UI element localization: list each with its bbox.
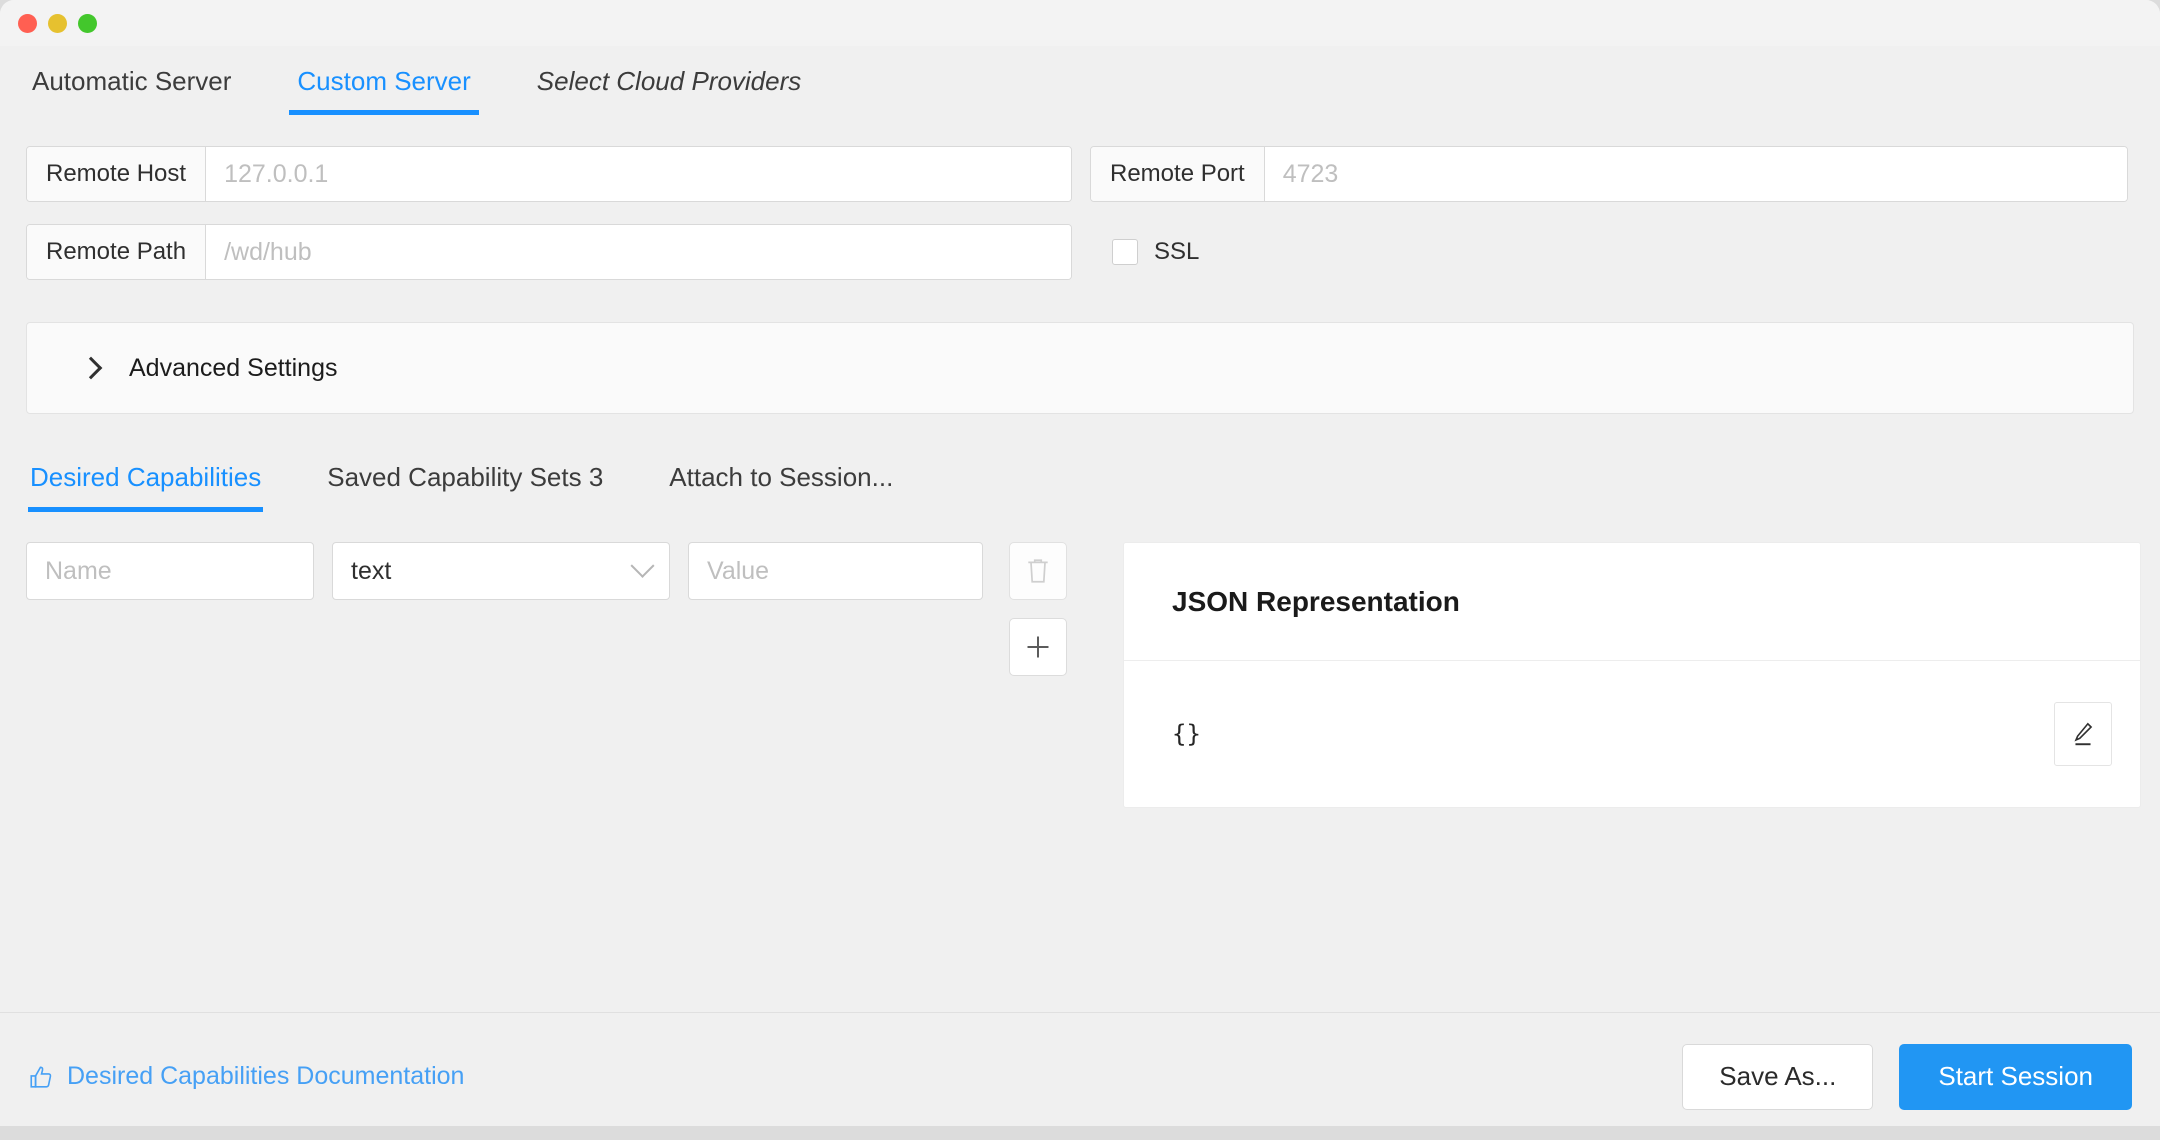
remote-port-group: Remote Port 4723 [1090,146,2128,202]
capability-name-input[interactable]: Name [26,542,314,600]
trash-icon [1028,559,1048,583]
start-session-button[interactable]: Start Session [1899,1043,2132,1110]
capability-type-value: text [351,556,392,585]
plus-icon [1027,636,1049,658]
ssl-label: SSL [1154,238,1200,265]
thumbs-up-icon [30,1065,52,1088]
tab-attach-to-session[interactable]: Attach to Session... [667,458,895,512]
advanced-settings-panel[interactable]: Advanced Settings [26,322,2134,414]
minimize-window-button[interactable] [48,13,67,33]
chevron-down-icon [630,553,655,578]
desired-capabilities-documentation-link[interactable]: Desired Capabilities Documentation [28,1062,464,1091]
json-representation-body: {} [1124,661,2140,807]
advanced-settings-label: Advanced Settings [129,353,338,382]
title-bar [0,0,2160,46]
save-as-button[interactable]: Save As... [1682,1043,1874,1110]
tab-select-cloud-providers[interactable]: Select Cloud Providers [529,60,809,115]
add-capability-button[interactable] [1009,618,1067,676]
server-tab-bar: Automatic Server Custom Server Select Cl… [0,46,2160,124]
remote-path-label: Remote Path [27,225,207,279]
delete-capability-button[interactable] [1009,542,1067,600]
close-window-button[interactable] [18,13,37,33]
capability-tab-bar: Desired Capabilities Saved Capability Se… [26,458,2134,512]
remote-host-label: Remote Host [27,147,207,201]
doc-link-label: Desired Capabilities Documentation [67,1062,465,1090]
remote-host-group: Remote Host 127.0.0.1 [26,146,1072,202]
footer-bar: Desired Capabilities Documentation Save … [0,1012,2160,1140]
capability-value-input[interactable]: Value [688,542,983,600]
server-row-2: Remote Path /wd/hub SSL [26,224,2134,280]
ssl-field: SSL [1112,238,1199,266]
tab-desired-capabilities[interactable]: Desired Capabilities [28,458,264,512]
footer-buttons: Save As... Start Session [1682,1043,2132,1110]
remote-host-input[interactable]: 127.0.0.1 [206,147,1071,201]
capability-row: Name text Value [26,542,1101,676]
json-representation-title: JSON Representation [1124,543,2140,661]
maximize-window-button[interactable] [78,13,97,33]
pencil-icon [2074,722,2093,746]
capability-type-select[interactable]: text [332,542,670,600]
tab-custom-server[interactable]: Custom Server [289,60,480,115]
json-representation-content: {} [1172,720,1201,748]
remote-path-group: Remote Path /wd/hub [26,224,1072,280]
ssl-checkbox[interactable] [1112,239,1138,265]
remote-port-input[interactable]: 4723 [1264,147,2127,201]
json-representation-card: JSON Representation {} [1123,542,2141,808]
app-window: Automatic Server Custom Server Select Cl… [0,0,2160,1140]
remote-port-label: Remote Port [1091,147,1265,201]
main-content: Remote Host 127.0.0.1 Remote Port 4723 R… [0,124,2160,1012]
remote-path-input[interactable]: /wd/hub [206,225,1071,279]
traffic-lights [18,13,97,33]
capability-form: Name text Value [26,542,1101,676]
tab-automatic-server[interactable]: Automatic Server [24,60,239,115]
tab-saved-capability-sets[interactable]: Saved Capability Sets 3 [325,458,605,512]
edit-json-button[interactable] [2054,702,2112,766]
server-row-1: Remote Host 127.0.0.1 Remote Port 4723 [26,146,2134,202]
capability-editor-area: Name text Value JSON Representation {} [26,542,2141,808]
chevron-right-icon [79,356,103,380]
window-bottom-edge [0,1126,2160,1140]
capability-action-buttons [1009,542,1067,676]
